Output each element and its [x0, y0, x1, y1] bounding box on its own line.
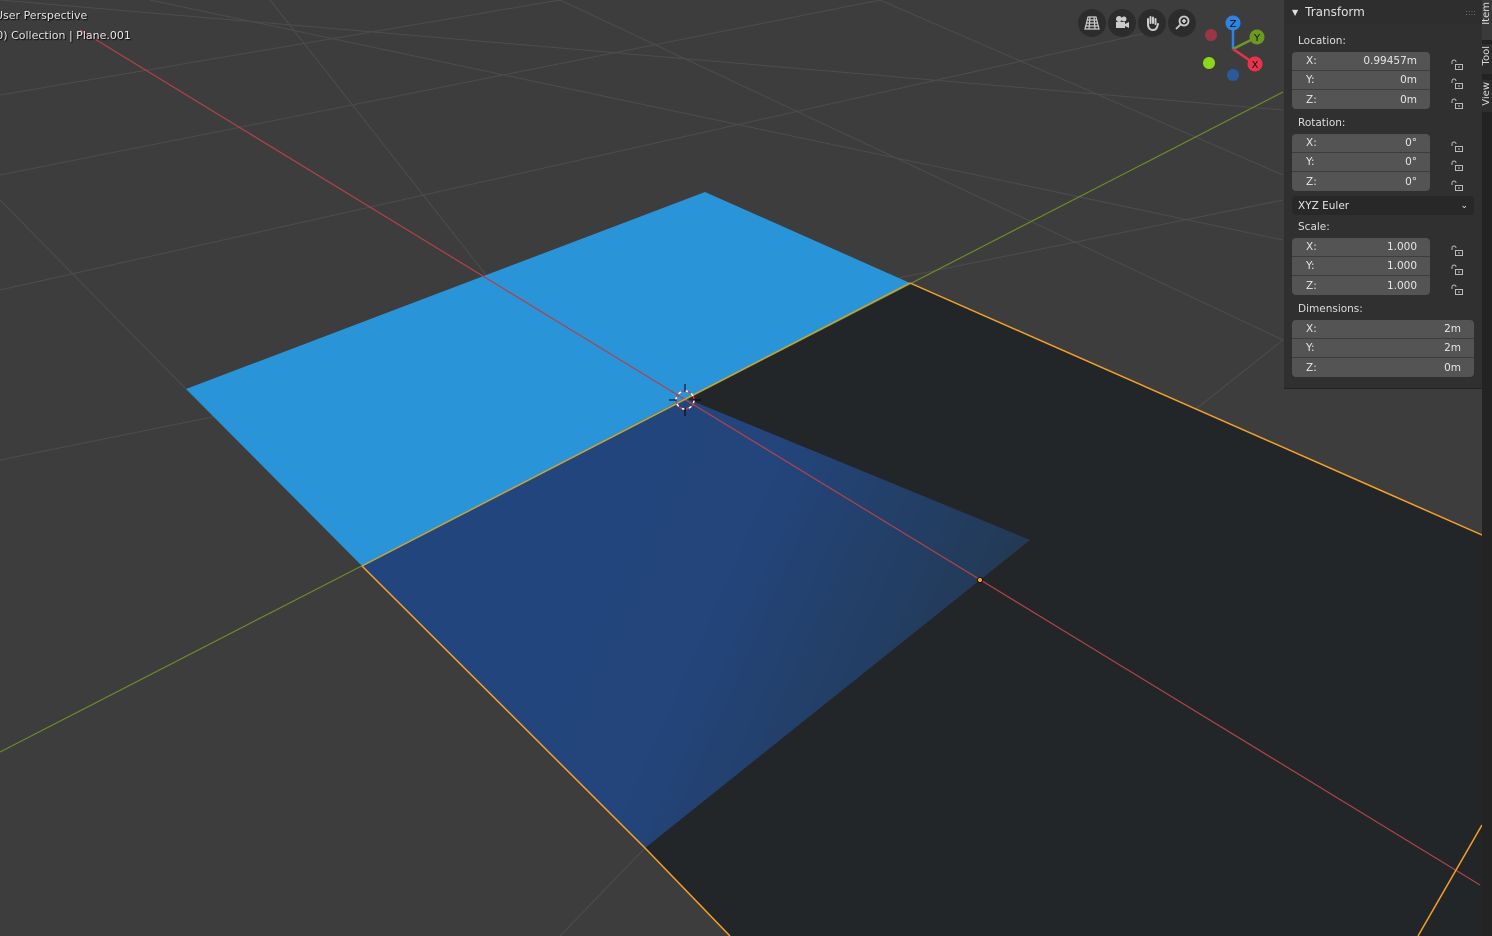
- location-label: Location:: [1298, 35, 1346, 47]
- grid-perspective-icon: [1084, 16, 1100, 30]
- scale-y-field[interactable]: Y: 1.000: [1292, 257, 1430, 276]
- scale-z-field[interactable]: Z: 1.000: [1292, 276, 1430, 295]
- unlock-icon[interactable]: [1450, 261, 1464, 275]
- drag-handle-icon[interactable]: ::::: [1465, 8, 1476, 17]
- location-fields: X: 0.99457m Y: 0m Z: 0m: [1292, 52, 1430, 109]
- view-name: User Perspective: [0, 9, 88, 22]
- transform-panel: ▼ Transform :::: Location: X: 0.99457m Y:…: [1284, 0, 1482, 389]
- unlock-icon[interactable]: [1450, 95, 1464, 109]
- unlock-icon[interactable]: [1450, 138, 1464, 152]
- tab-item[interactable]: Item: [1482, 0, 1492, 40]
- rotation-x-field[interactable]: X: 0°: [1292, 134, 1430, 153]
- 3d-viewport[interactable]: Z Y X: [0, 0, 1492, 936]
- zoom-view-button[interactable]: [1168, 9, 1196, 37]
- dimensions-x-field[interactable]: X: 2m: [1292, 320, 1474, 339]
- dimensions-y-field[interactable]: Y: 2m: [1292, 339, 1474, 358]
- location-y-field[interactable]: Y: 0m: [1292, 71, 1430, 90]
- unlock-icon[interactable]: [1450, 242, 1464, 256]
- origin-point: [977, 577, 983, 583]
- navigation-gizmo[interactable]: Z Y X: [1203, 15, 1265, 82]
- scale-fields: X: 1.000 Y: 1.000 Z: 1.000: [1292, 238, 1430, 295]
- scale-x-field[interactable]: X: 1.000: [1292, 238, 1430, 257]
- hand-pan-icon: [1147, 16, 1159, 31]
- panel-title: Transform: [1305, 5, 1365, 19]
- unlock-icon[interactable]: [1450, 75, 1464, 89]
- object-info: (0) Collection | Plane.001: [0, 29, 131, 42]
- location-x-field[interactable]: X: 0.99457m: [1292, 52, 1430, 71]
- zoom-icon: [1175, 15, 1190, 30]
- tab-tool[interactable]: Tool: [1482, 44, 1492, 74]
- dimensions-z-field[interactable]: Z: 0m: [1292, 358, 1474, 377]
- rotation-z-field[interactable]: Z: 0°: [1292, 172, 1430, 191]
- scale-label: Scale:: [1298, 221, 1330, 233]
- svg-text:Z: Z: [1230, 19, 1237, 30]
- svg-text:Y: Y: [1253, 33, 1261, 44]
- camera-view-button[interactable]: [1108, 9, 1136, 37]
- rotation-y-field[interactable]: Y: 0°: [1292, 153, 1430, 172]
- dimensions-fields: X: 2m Y: 2m Z: 0m: [1292, 320, 1474, 377]
- svg-text:X: X: [1252, 60, 1259, 71]
- rotation-label: Rotation:: [1298, 117, 1346, 129]
- camera-icon: [1116, 16, 1129, 28]
- rotation-fields: X: 0° Y: 0° Z: 0°: [1292, 134, 1430, 191]
- dimensions-label: Dimensions:: [1298, 303, 1363, 315]
- transform-panel-header[interactable]: ▼ Transform ::::: [1284, 0, 1482, 24]
- tab-view[interactable]: View: [1482, 80, 1492, 112]
- location-z-field[interactable]: Z: 0m: [1292, 90, 1430, 109]
- unlock-icon[interactable]: [1450, 177, 1464, 191]
- unlock-icon[interactable]: [1450, 157, 1464, 171]
- toggle-perspective-button[interactable]: [1078, 9, 1106, 37]
- sidebar-tabs: Item Tool View: [1482, 0, 1492, 936]
- rotation-mode-dropdown[interactable]: XYZ Euler ⌄: [1292, 196, 1474, 215]
- unlock-icon[interactable]: [1450, 56, 1464, 70]
- unlock-icon[interactable]: [1450, 281, 1464, 295]
- chevron-down-icon: ⌄: [1460, 200, 1468, 211]
- pan-view-button[interactable]: [1138, 9, 1166, 37]
- collapse-triangle-icon: ▼: [1292, 7, 1299, 17]
